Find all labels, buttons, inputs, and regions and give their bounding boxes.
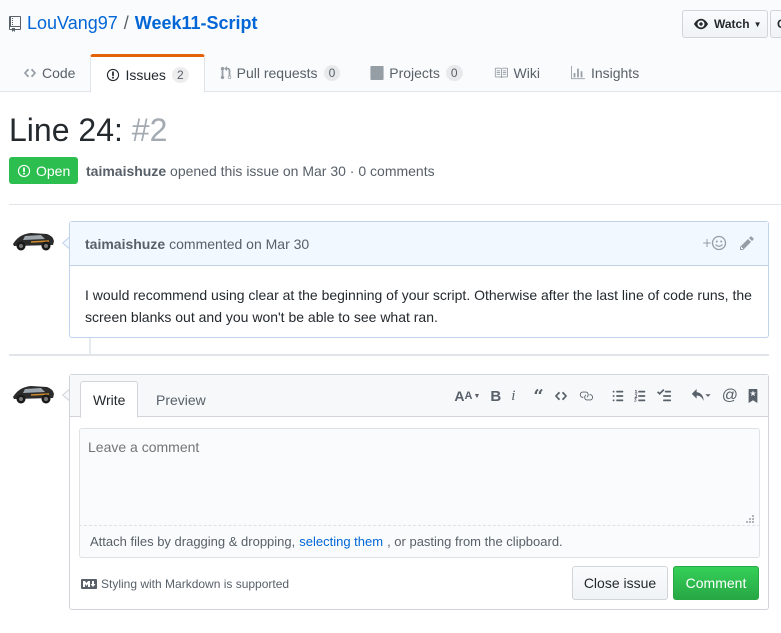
comment-author-link[interactable]: taimaishuze [85,236,165,252]
watch-button[interactable]: Watch ▼ [682,10,768,38]
comment-actions: + [702,235,754,251]
tab-insights[interactable]: Insights [555,54,654,92]
book-icon [494,67,508,79]
tasklist-icon[interactable] [656,387,672,405]
tab-projects[interactable]: Projects 0 [355,54,477,92]
project-icon [370,66,384,80]
star-button[interactable]: C [770,10,781,38]
git-pull-request-icon [220,66,231,80]
status-badge: Open [9,157,79,184]
code-icon [23,68,37,78]
tab-label: Projects [389,65,440,81]
markdown-note-text: Styling with Markdown is supported [101,577,290,591]
repo-name-link[interactable]: Week11-Script [135,13,258,34]
comment-button[interactable]: Comment [673,566,759,600]
issue-author-link[interactable]: taimaishuze [86,163,166,179]
repo-separator: / [123,13,129,33]
markdown-note[interactable]: Styling with Markdown is supported [81,577,289,591]
file-attach-bar[interactable]: Attach files by dragging & dropping, sel… [79,515,760,558]
tab-label: Insights [590,65,640,81]
tab-label: Pull requests [236,65,318,81]
close-issue-button[interactable]: Close issue [572,566,668,600]
avatar[interactable] [11,228,55,252]
repo-nav: Code Issues 2 Pull requests 0 Projects 0… [8,54,654,93]
tab-code[interactable]: Code [8,54,90,92]
repo-title: LouVang97 / Week11-Script [9,13,258,34]
mention-icon[interactable]: @ [722,387,738,405]
issue-title: Line 24: #2 [9,112,167,149]
graph-icon [570,66,585,80]
new-comment-form: Write Preview A A ▼ B i “ @ Leave a comm… [69,374,769,610]
comment-header: taimaishuze commented on Mar 30 + [70,222,768,266]
reply-icon[interactable] [690,387,712,405]
select-files-link[interactable]: selecting them [299,534,383,549]
tab-preview[interactable]: Preview [144,381,218,418]
watch-label: Watch [714,17,750,31]
resize-grip-icon[interactable] [745,514,755,524]
issues-counter: 2 [171,66,189,83]
projects-counter: 0 [445,65,463,81]
tab-label: Wiki [513,65,540,81]
bookmark-icon[interactable] [748,387,758,405]
code-icon[interactable] [554,387,568,405]
tab-wiki[interactable]: Wiki [478,54,555,92]
status-label: Open [36,162,71,179]
tab-issues[interactable]: Issues 2 [90,54,205,93]
timeline-line [89,338,91,354]
form-header: Write Preview A A ▼ B i “ @ [70,375,768,418]
issue-title-text: Line 24: [9,112,123,148]
comment-body: I would recommend using clear at the beg… [85,287,752,325]
quote-icon[interactable]: “ [533,386,543,407]
link-icon[interactable] [578,387,594,405]
bold-icon[interactable]: B [490,387,501,405]
text-size-icon[interactable]: A A ▼ [454,387,480,405]
comment-meta[interactable]: commented on Mar 30 [169,236,309,252]
chevron-down-icon: ▼ [753,19,762,29]
eye-icon [694,18,708,30]
issue-opened-icon [107,68,120,81]
repo-header: LouVang97 / Week11-Script Watch ▼ C Code… [0,0,781,93]
markdown-toolbar: A A ▼ B i “ @ [436,386,758,407]
tab-label: Issues [125,66,166,83]
tab-label: Code [42,65,76,81]
timeline-divider [9,354,769,356]
attach-text-prefix: Attach files by dragging & dropping, [90,534,296,549]
add-reaction-icon[interactable]: + [702,235,728,251]
pencil-icon[interactable] [740,235,754,251]
pull-requests-counter: 0 [323,65,341,81]
svg-text:+: + [702,236,712,250]
comment-input[interactable] [79,428,760,526]
comment-box: taimaishuze commented on Mar 30 + I woul… [69,221,769,338]
tab-pull-requests[interactable]: Pull requests 0 [205,54,356,92]
italic-icon[interactable]: i [511,387,515,405]
list-ordered-icon[interactable] [633,387,646,405]
markdown-icon [81,579,97,589]
issue-meta: taimaishuze opened this issue on Mar 30 … [86,163,435,179]
issue-meta-text: opened this issue on Mar 30 · 0 comments [170,163,435,179]
divider [9,204,781,205]
attach-text-suffix: , or pasting from the clipboard. [387,534,563,549]
avatar[interactable] [11,381,55,405]
issue-number: #2 [131,112,168,148]
list-unordered-icon[interactable] [612,387,624,405]
repo-icon [9,15,21,32]
tab-write[interactable]: Write [80,381,139,418]
repo-owner-link[interactable]: LouVang97 [27,13,118,34]
issue-opened-icon [17,164,31,177]
